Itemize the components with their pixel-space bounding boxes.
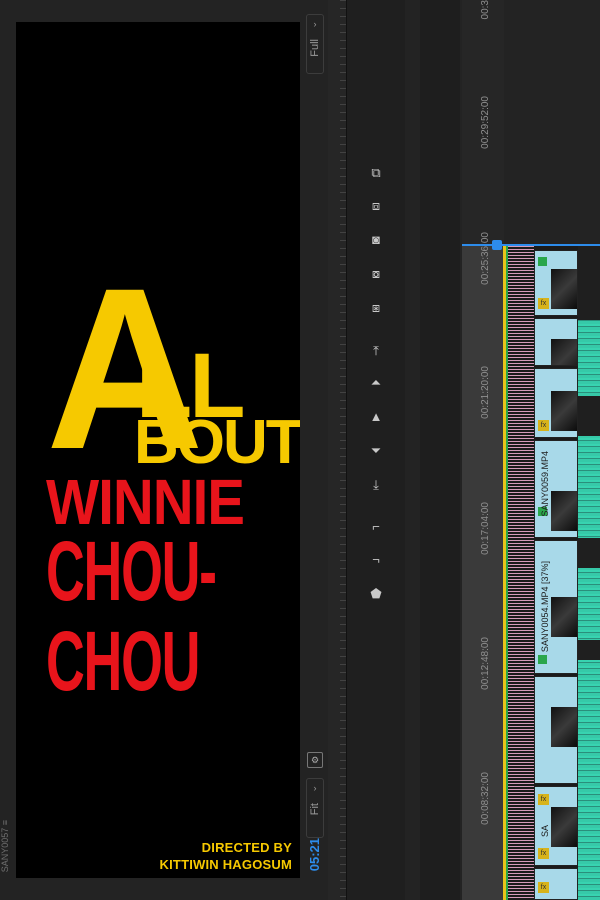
audio-gap bbox=[578, 396, 600, 436]
timeline-clip[interactable] bbox=[534, 318, 578, 366]
fx-badge: fx bbox=[538, 420, 549, 431]
ruler-label: 00:3 bbox=[480, 0, 491, 20]
clip-thumbnail bbox=[551, 339, 577, 365]
audio-gap bbox=[578, 246, 600, 320]
clip-thumbnail bbox=[551, 491, 577, 531]
timeline-clip[interactable] bbox=[534, 676, 578, 784]
program-frame[interactable]: A LL BOUT WINNIE CHOU-CHOU DIRECTED BY K… bbox=[16, 22, 300, 878]
timeline-track-headers bbox=[420, 0, 460, 900]
clip-thumbnail bbox=[551, 597, 577, 637]
ruler-label: 00:12:48:00 bbox=[480, 637, 491, 690]
export-frame-icon[interactable]: ◙ bbox=[368, 232, 384, 248]
ruler-label: 00:29:52:00 bbox=[480, 96, 491, 149]
clip-thumbnail bbox=[551, 269, 577, 309]
fit-dropdown[interactable]: › Fit bbox=[306, 778, 324, 838]
playhead-handle[interactable] bbox=[492, 240, 502, 250]
timeline-clip[interactable]: SANY0054.MP4 [37%] bbox=[534, 540, 578, 674]
timeline-clip[interactable]: SANY0059.MP4 bbox=[534, 440, 578, 538]
marker-track[interactable] bbox=[508, 246, 534, 900]
clip-name: SANY0054.MP4 [37%] bbox=[540, 561, 550, 653]
credit-directed-by: DIRECTED BY bbox=[201, 840, 292, 855]
zoom-dropdown[interactable]: › Full bbox=[306, 14, 324, 74]
fx-badge: fx bbox=[538, 848, 549, 859]
ruler-label: 00:17:04:00 bbox=[480, 502, 491, 555]
title-chou-chou: CHOU-CHOU bbox=[46, 524, 217, 708]
timeline-clip[interactable]: fx bbox=[534, 250, 578, 316]
add-marker-icon[interactable]: ⬟ bbox=[368, 586, 384, 602]
audio-gap bbox=[578, 640, 600, 660]
mark-in-icon[interactable]: ⌐ bbox=[368, 519, 384, 535]
play-icon[interactable]: ▲ bbox=[368, 409, 384, 425]
playhead-timecode[interactable]: 05:21 bbox=[307, 838, 322, 871]
go-to-out-icon[interactable]: ⤓ bbox=[368, 477, 384, 493]
clip-name: SANY0059.MP4 bbox=[540, 451, 550, 517]
zoom-label: Full bbox=[309, 39, 321, 57]
audio-track-waveform[interactable] bbox=[578, 246, 600, 900]
extract-icon[interactable]: ⧈ bbox=[368, 198, 384, 214]
mark-out-icon[interactable]: ¬ bbox=[368, 552, 384, 568]
chevron-icon: › bbox=[313, 19, 317, 29]
clip-label-marker bbox=[538, 257, 547, 266]
step-forward-icon[interactable]: ⏷ bbox=[368, 443, 384, 459]
clip-name: SA bbox=[540, 825, 550, 838]
monitor-scrub-ruler[interactable] bbox=[340, 0, 346, 900]
chevron-icon: › bbox=[313, 783, 317, 793]
lift-icon[interactable]: ⧉ bbox=[368, 165, 384, 181]
credit-director-name: KITTIWIN HAGOSUM bbox=[159, 857, 292, 872]
title-bout: BOUT bbox=[134, 408, 300, 477]
timeline-clip[interactable]: fx bbox=[534, 368, 578, 438]
clip-thumbnail bbox=[551, 807, 577, 847]
timeline-clip[interactable]: fx fx SA bbox=[534, 786, 578, 866]
fx-badge: fx bbox=[538, 882, 549, 893]
ruler-label: 00:25:36:00 bbox=[480, 232, 491, 285]
fx-badge: fx bbox=[538, 794, 549, 805]
fx-badge: fx bbox=[538, 298, 549, 309]
step-back-icon[interactable]: ⏶ bbox=[368, 375, 384, 391]
settings-icon[interactable]: ⚙ bbox=[307, 752, 323, 768]
ruler-label: 00:21:20:00 bbox=[480, 366, 491, 419]
go-to-in-icon[interactable]: ⤒ bbox=[368, 343, 384, 359]
ruler-label: 00:08:32:00 bbox=[480, 772, 491, 825]
clip-thumbnail bbox=[551, 391, 577, 431]
insert-icon[interactable]: ⧇ bbox=[368, 266, 384, 282]
source-clip-label: SANY0057 ≡ bbox=[0, 820, 10, 873]
overwrite-icon[interactable]: ⧆ bbox=[368, 300, 384, 316]
timeline-clip[interactable]: fx bbox=[534, 868, 578, 900]
clip-label-marker bbox=[538, 655, 547, 664]
audio-gap bbox=[578, 538, 600, 568]
fit-label: Fit bbox=[309, 803, 321, 816]
clip-thumbnail bbox=[551, 707, 577, 747]
